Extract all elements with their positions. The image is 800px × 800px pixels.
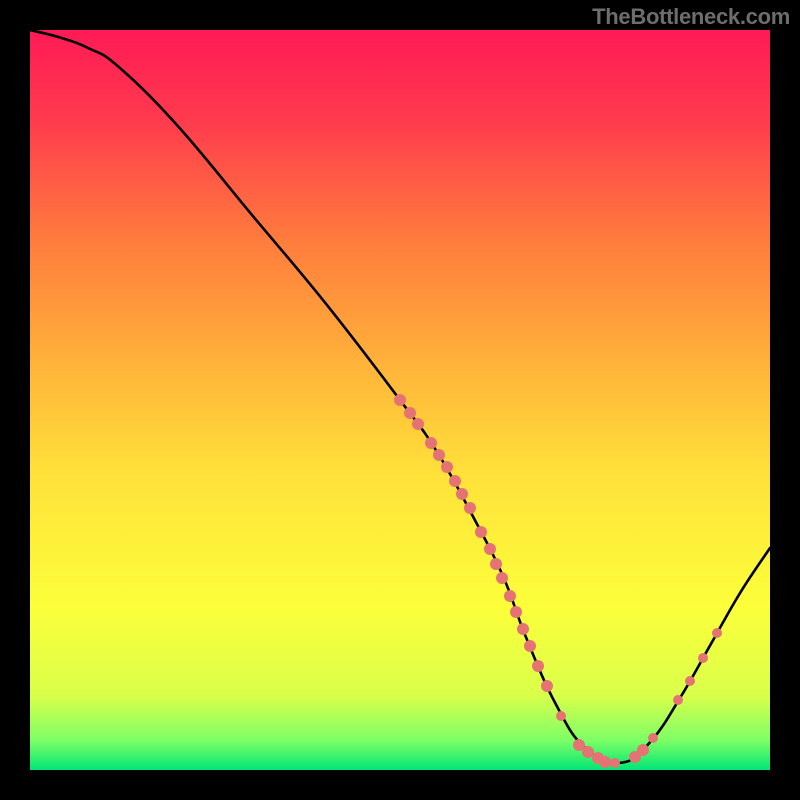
data-marker [475, 526, 487, 538]
data-marker [510, 606, 522, 618]
data-marker [524, 640, 536, 652]
data-marker [698, 653, 708, 663]
data-marker [412, 418, 424, 430]
data-marker [532, 660, 544, 672]
data-marker [673, 695, 683, 705]
data-marker [496, 572, 508, 584]
data-marker [433, 449, 445, 461]
data-marker [490, 558, 502, 570]
frame: TheBottleneck.com [0, 0, 800, 800]
data-marker [484, 543, 496, 555]
data-marker [648, 733, 658, 743]
plot-area [30, 30, 770, 770]
data-marker [425, 437, 437, 449]
data-marker [685, 676, 695, 686]
data-marker [637, 744, 649, 756]
data-marker [464, 502, 476, 514]
watermark-text: TheBottleneck.com [592, 4, 790, 30]
data-marker [517, 623, 529, 635]
data-marker [610, 758, 620, 768]
data-marker [404, 407, 416, 419]
data-marker [441, 461, 453, 473]
data-marker [504, 590, 516, 602]
data-marker [456, 488, 468, 500]
data-marker [541, 680, 553, 692]
data-marker [556, 711, 566, 721]
data-marker [394, 394, 406, 406]
data-marker [449, 475, 461, 487]
data-marker [712, 628, 722, 638]
